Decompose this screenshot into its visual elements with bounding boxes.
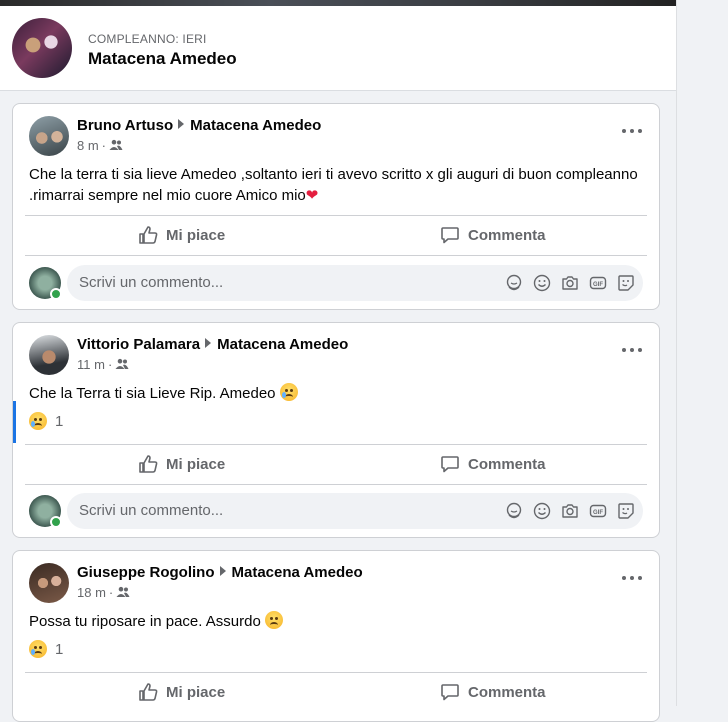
my-avatar[interactable] bbox=[29, 495, 62, 528]
gif-icon[interactable]: GIF bbox=[589, 274, 607, 292]
author-name[interactable]: Giuseppe Rogolino bbox=[77, 564, 215, 581]
post-author-line: Giuseppe Rogolino Matacena Amedeo bbox=[77, 564, 363, 581]
divider bbox=[25, 215, 647, 216]
author-avatar[interactable] bbox=[29, 563, 69, 603]
target-name[interactable]: Matacena Amedeo bbox=[232, 564, 363, 581]
comment-button[interactable]: Commenta bbox=[440, 446, 546, 482]
camera-icon[interactable] bbox=[561, 502, 579, 520]
profile-avatar[interactable] bbox=[12, 18, 72, 78]
more-options-button[interactable] bbox=[621, 569, 645, 587]
author-avatar[interactable] bbox=[29, 116, 69, 156]
post-text: Che la Terra ti sia Lieve Rip. Amedeo bbox=[29, 383, 649, 404]
divider bbox=[25, 484, 647, 485]
reactions-summary[interactable]: 1 bbox=[29, 412, 63, 430]
author-name[interactable]: Vittorio Palamara bbox=[77, 336, 200, 353]
feed-column: COMPLEANNO: IERI Matacena Amedeo Bruno A… bbox=[0, 6, 676, 722]
like-button[interactable]: Mi piace bbox=[138, 217, 225, 253]
post-time[interactable]: 18 m bbox=[77, 585, 106, 600]
svg-text:GIF: GIF bbox=[593, 510, 603, 516]
author-avatar[interactable] bbox=[29, 335, 69, 375]
arrow-right-icon bbox=[205, 338, 212, 348]
arrow-right-icon bbox=[178, 119, 185, 129]
post-author-line: Vittorio Palamara Matacena Amedeo bbox=[77, 336, 348, 353]
arrow-right-icon bbox=[219, 566, 226, 576]
svg-text:GIF: GIF bbox=[593, 282, 603, 288]
avatar-sticker-icon[interactable] bbox=[505, 502, 523, 520]
post-time[interactable]: 11 m bbox=[77, 357, 105, 372]
thumbs-up-icon bbox=[139, 226, 158, 244]
heart-emoji-icon: ❤ bbox=[305, 187, 319, 204]
more-options-button[interactable] bbox=[621, 341, 645, 359]
thumbs-up-icon bbox=[139, 683, 158, 701]
post-author-line: Bruno Artuso Matacena Amedeo bbox=[77, 117, 321, 134]
comment-input[interactable]: Scrivi un commento... GIF bbox=[67, 265, 643, 301]
accent-bar bbox=[13, 401, 16, 443]
sticker-icon[interactable] bbox=[617, 502, 635, 520]
post-card: Vittorio Palamara Matacena Amedeo 11 m · C… bbox=[12, 322, 660, 538]
sad-reaction-icon bbox=[29, 640, 47, 658]
comment-input[interactable]: Scrivi un commento... GIF bbox=[67, 493, 643, 529]
my-avatar[interactable] bbox=[29, 267, 62, 300]
like-button[interactable]: Mi piace bbox=[138, 446, 225, 482]
sticker-icon[interactable] bbox=[617, 274, 635, 292]
friends-icon bbox=[116, 586, 130, 597]
sad-emoji-icon bbox=[264, 611, 283, 629]
emoji-icon[interactable] bbox=[533, 502, 551, 520]
right-panel bbox=[676, 0, 728, 706]
target-name[interactable]: Matacena Amedeo bbox=[190, 117, 321, 134]
birthday-header: COMPLEANNO: IERI Matacena Amedeo bbox=[0, 6, 676, 91]
more-options-button[interactable] bbox=[621, 122, 645, 140]
emoji-icon[interactable] bbox=[533, 274, 551, 292]
reaction-count: 1 bbox=[55, 412, 64, 430]
comment-bubble-icon bbox=[441, 456, 459, 473]
comment-button[interactable]: Commenta bbox=[440, 217, 546, 253]
comment-bubble-icon bbox=[441, 227, 459, 244]
divider bbox=[25, 255, 647, 256]
thumbs-up-icon bbox=[139, 455, 158, 473]
camera-icon[interactable] bbox=[561, 274, 579, 292]
comment-bubble-icon bbox=[441, 684, 459, 701]
post-meta: 8 m · bbox=[77, 138, 123, 153]
online-indicator bbox=[50, 516, 62, 528]
birthday-label: COMPLEANNO: IERI bbox=[88, 32, 207, 46]
comment-tools: GIF bbox=[505, 274, 635, 292]
sad-emoji-icon bbox=[279, 383, 298, 401]
online-indicator bbox=[50, 288, 62, 300]
post-time[interactable]: 8 m bbox=[77, 138, 99, 153]
comment-tools: GIF bbox=[505, 502, 635, 520]
friends-icon bbox=[109, 139, 123, 150]
profile-name[interactable]: Matacena Amedeo bbox=[88, 49, 237, 69]
post-text: Che la terra ti sia lieve Amedeo ,soltan… bbox=[29, 166, 638, 204]
post-meta: 18 m · bbox=[77, 585, 130, 600]
gif-icon[interactable]: GIF bbox=[589, 502, 607, 520]
post-card: Bruno Artuso Matacena Amedeo 8 m · Che la … bbox=[12, 103, 660, 310]
post-text: Possa tu riposare in pace. Assurdo bbox=[29, 611, 649, 632]
divider bbox=[25, 444, 647, 445]
comment-button[interactable]: Commenta bbox=[440, 674, 546, 710]
target-name[interactable]: Matacena Amedeo bbox=[217, 336, 348, 353]
sad-reaction-icon bbox=[29, 412, 47, 430]
reactions-summary[interactable]: 1 bbox=[29, 640, 63, 658]
divider bbox=[25, 672, 647, 673]
avatar-sticker-icon[interactable] bbox=[505, 274, 523, 292]
reaction-count: 1 bbox=[55, 640, 64, 658]
author-name[interactable]: Bruno Artuso bbox=[77, 117, 173, 134]
friends-icon bbox=[115, 358, 129, 369]
post-card: Giuseppe Rogolino Matacena Amedeo 18 m · P… bbox=[12, 550, 660, 722]
like-button[interactable]: Mi piace bbox=[138, 674, 225, 710]
post-meta: 11 m · bbox=[77, 357, 129, 372]
